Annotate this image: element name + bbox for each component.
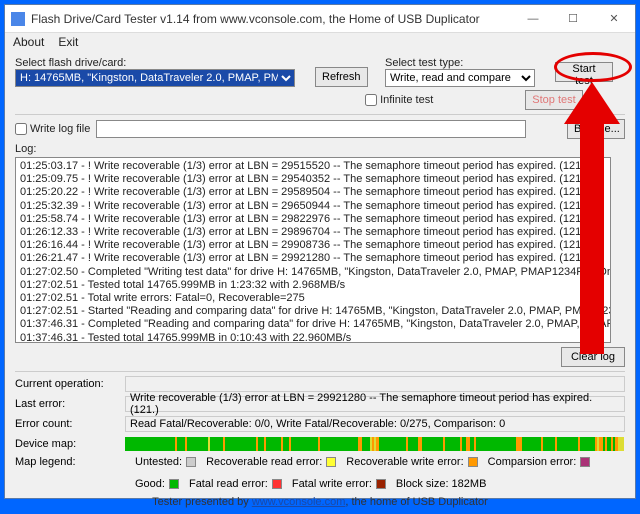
legend-untested-color bbox=[186, 457, 196, 467]
legend-rec-read: Recoverable read error: bbox=[206, 456, 336, 468]
maximize-button[interactable]: ☐ bbox=[553, 5, 593, 33]
minimize-button[interactable]: — bbox=[513, 5, 553, 33]
browse-button[interactable]: Browse... bbox=[567, 119, 625, 139]
write-log-file-label: Write log file bbox=[30, 123, 90, 135]
drive-select[interactable]: H: 14765MB, "Kingston, DataTraveler 2.0,… bbox=[15, 69, 295, 87]
menubar: About Exit bbox=[5, 33, 635, 53]
select-test-type-label: Select test type: bbox=[385, 57, 545, 69]
log-textarea[interactable]: 01:25:03.17 - ! Write recoverable (1/3) … bbox=[15, 157, 611, 343]
menu-exit[interactable]: Exit bbox=[58, 35, 78, 51]
legend-untested: Untested: bbox=[135, 456, 196, 468]
write-log-file-checkbox[interactable] bbox=[15, 123, 27, 135]
device-map-label: Device map: bbox=[15, 438, 125, 450]
current-operation-label: Current operation: bbox=[15, 378, 125, 390]
test-type-select[interactable]: Write, read and compare bbox=[385, 69, 535, 87]
legend-fatal-write-color bbox=[376, 479, 386, 489]
app-icon bbox=[11, 12, 25, 26]
infinite-test-label: Infinite test bbox=[380, 94, 433, 106]
footer-link[interactable]: www.vconsole.com bbox=[252, 496, 346, 508]
legend-good-color bbox=[169, 479, 179, 489]
stop-test-button[interactable]: Stop test bbox=[525, 90, 583, 110]
legend-good: Good: bbox=[135, 478, 179, 490]
current-operation-value bbox=[125, 376, 625, 392]
legend-fatal-write: Fatal write error: bbox=[292, 478, 386, 490]
menu-about[interactable]: About bbox=[13, 35, 44, 51]
start-test-button[interactable]: Start test bbox=[555, 62, 613, 82]
legend-fatal-read: Fatal read error: bbox=[189, 478, 282, 490]
error-count-label: Error count: bbox=[15, 418, 125, 430]
select-drive-label: Select flash drive/card: bbox=[15, 57, 305, 69]
last-error-label: Last error: bbox=[15, 398, 125, 410]
titlebar: Flash Drive/Card Tester v1.14 from www.v… bbox=[5, 5, 635, 33]
app-window: Flash Drive/Card Tester v1.14 from www.v… bbox=[4, 4, 636, 499]
close-button[interactable]: ✕ bbox=[593, 5, 635, 33]
legend-block-size: Block size: 182MB bbox=[396, 478, 486, 490]
map-legend-label: Map legend: bbox=[15, 456, 125, 468]
legend-comparison-color bbox=[580, 457, 590, 467]
legend-rec-write: Recoverable write error: bbox=[346, 456, 477, 468]
last-error-value: Write recoverable (1/3) error at LBN = 2… bbox=[125, 396, 625, 412]
log-label: Log: bbox=[15, 143, 625, 155]
device-map bbox=[125, 436, 625, 452]
clear-log-button[interactable]: Clear log bbox=[561, 347, 625, 367]
refresh-button[interactable]: Refresh bbox=[315, 67, 368, 87]
log-file-path-input[interactable] bbox=[96, 120, 526, 138]
error-count-value: Read Fatal/Recoverable: 0/0, Write Fatal… bbox=[125, 416, 625, 432]
footer-text: Tester presented by www.vconsole.com, th… bbox=[15, 496, 625, 508]
window-title: Flash Drive/Card Tester v1.14 from www.v… bbox=[31, 12, 513, 26]
legend-comparison: Comparsion error: bbox=[488, 456, 591, 468]
infinite-test-checkbox[interactable] bbox=[365, 94, 377, 106]
legend-rec-read-color bbox=[326, 457, 336, 467]
legend-fatal-read-color bbox=[272, 479, 282, 489]
legend-rec-write-color bbox=[468, 457, 478, 467]
